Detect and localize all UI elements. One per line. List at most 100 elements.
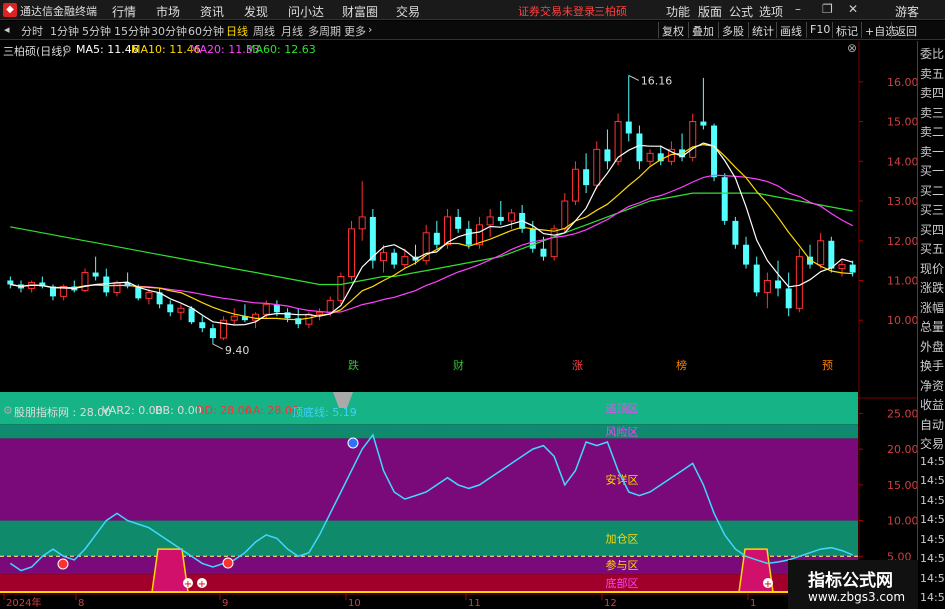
candle-body	[795, 256, 803, 309]
quote-label: 14:56	[920, 532, 945, 546]
candle-body	[391, 252, 398, 265]
indicator-tick-label: 10.00	[887, 515, 917, 528]
event-tag: 榜	[676, 358, 687, 372]
bb-label: BB: 0.00	[155, 404, 202, 417]
candle-body	[689, 121, 697, 158]
price-tick-label: 12.00	[887, 235, 917, 248]
candle-body	[571, 168, 579, 202]
quote-label: 涨幅	[920, 300, 945, 315]
quote-label: 买五	[920, 242, 945, 256]
candle-body	[561, 200, 569, 230]
candle-body	[455, 216, 462, 229]
candle-body	[348, 228, 356, 278]
candle-body	[145, 291, 153, 299]
candle-body	[326, 299, 334, 313]
time-tick-label: 9	[222, 598, 228, 609]
event-tag: 预	[822, 359, 833, 372]
candle-body	[775, 280, 782, 289]
high-mark-label: 16.16	[641, 74, 673, 87]
plus-signal-glyph: +	[184, 579, 192, 590]
quote-label: 外盘	[920, 339, 945, 354]
quote-label: 14:56	[920, 493, 945, 507]
quote-label: 委比	[920, 47, 945, 61]
indicator-settings-icon[interactable]: ⚙	[3, 404, 13, 417]
candle-body	[604, 149, 611, 162]
quote-label: 交易	[920, 437, 945, 451]
candle-body	[305, 313, 313, 325]
candle-body	[785, 288, 792, 309]
zone-band	[0, 424, 858, 439]
signal-ball-icon	[347, 437, 359, 449]
candle-body	[103, 276, 110, 293]
zone-label: 底部区	[606, 576, 639, 590]
zone-band	[0, 438, 858, 521]
candle-body	[92, 272, 99, 277]
candle-body	[828, 240, 835, 269]
candle-body	[732, 220, 739, 245]
zone-label: 风险区	[606, 424, 639, 438]
signal-ball-icon	[222, 557, 234, 569]
candle-body	[711, 125, 718, 178]
candle-body	[625, 121, 632, 134]
indicator-tick-label: 15.00	[887, 479, 917, 492]
quote-label: 买四	[920, 222, 945, 237]
watermark-url: www.zbgs3.com	[808, 590, 906, 604]
quote-label: 换手	[920, 359, 945, 373]
indicator-name: 股朋指标网 : 28.00	[14, 406, 112, 419]
quote-label: 卖一	[920, 144, 945, 159]
candle-body	[273, 304, 280, 313]
candle-body	[486, 216, 494, 226]
candle-body	[337, 276, 345, 301]
ddline-label: 顶底线: 5.19	[292, 406, 357, 419]
bottom-signal-hump	[151, 548, 189, 593]
quote-label: 14:56	[920, 571, 945, 585]
candle-body	[316, 311, 324, 315]
zone-label: 加仓区	[606, 531, 639, 545]
candle-body	[700, 121, 707, 126]
watermark-title: 指标公式网	[808, 571, 893, 591]
candle-body	[507, 212, 515, 222]
candle-body	[753, 264, 760, 293]
time-tick-label: 10	[348, 598, 361, 609]
plus-signal-glyph: +	[764, 579, 772, 590]
quote-label: 涨跌	[920, 281, 945, 295]
candle-body	[743, 244, 750, 265]
candle-body	[636, 133, 643, 162]
watermark-logo: 指标公式网 www.zbgs3.com	[788, 560, 918, 609]
quote-panel: 委比 卖五 卖四 卖三 卖二 卖一 买一 买二 买三 买四 买五 现价 涨跌 涨幅 总量 外盘 换手 净资 收益 自动…	[917, 41, 945, 609]
quote-label: 卖二	[920, 125, 945, 139]
dd-label: DD: 28.00	[196, 404, 252, 417]
price-tick-label: 13.00	[887, 195, 917, 208]
quote-label: 总量	[920, 320, 945, 334]
candle-body	[209, 328, 216, 339]
candle-body	[262, 303, 270, 315]
time-tick-label: 1	[750, 598, 756, 609]
price-tick-label: 10.00	[887, 314, 917, 327]
event-tag: 财	[453, 358, 464, 372]
candle-body	[433, 232, 440, 245]
low-mark-arrow	[212, 343, 224, 350]
low-mark-label: 9.40	[225, 344, 250, 357]
candle-body	[81, 272, 89, 291]
candle-body	[540, 248, 547, 257]
candle-body	[721, 177, 728, 221]
high-mark-arrow	[628, 75, 639, 81]
candle-body	[465, 228, 472, 245]
quote-label: 14:56	[920, 552, 945, 565]
quote-label: 收益	[920, 398, 945, 412]
candle-body	[593, 148, 601, 186]
quote-label: 14:56	[920, 513, 945, 526]
zone-band	[0, 574, 858, 592]
zone-label: 逃顶区	[606, 402, 639, 415]
event-tag: 涨	[572, 359, 583, 372]
quote-label: 14:56	[920, 474, 945, 487]
quote-label: 14:56	[920, 591, 945, 604]
candle-body	[188, 308, 195, 323]
candle-body	[199, 322, 206, 329]
time-tick-label: 12	[604, 598, 617, 609]
candle-body	[7, 280, 14, 285]
quote-label: 卖五	[920, 66, 945, 81]
price-tick-label: 16.00	[887, 76, 917, 89]
chart-area: 16.00 15.00 14.00 13.00 12.00 11.00 10.00 16.16…	[0, 41, 917, 609]
candle-body	[358, 216, 366, 230]
